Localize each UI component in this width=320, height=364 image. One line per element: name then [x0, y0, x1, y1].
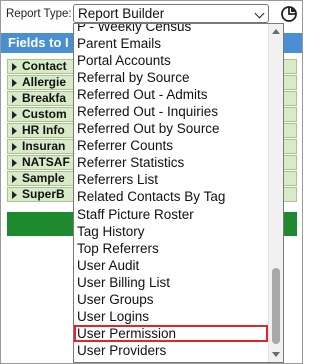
- report-type-dropdown: P - Weekly Census Parent Emails Portal A…: [73, 23, 284, 363]
- chevron-down-icon: [254, 8, 265, 19]
- expand-triangle-icon: [12, 111, 17, 119]
- field-group-label: Contact: [22, 59, 67, 73]
- expand-triangle-icon: [12, 95, 17, 103]
- report-panel: Report Type: Report Builder Fields to I …: [0, 0, 303, 364]
- option-referred-out-inquiries[interactable]: Referred Out - Inquiries: [74, 103, 268, 120]
- field-group-label: NATSAF: [22, 155, 70, 169]
- option-user-providers[interactable]: User Providers: [74, 342, 268, 359]
- scroll-up-arrow-icon[interactable]: [272, 29, 280, 34]
- option-user-audit[interactable]: User Audit: [74, 257, 268, 274]
- expand-triangle-icon: [12, 79, 17, 87]
- field-group-label: Insuran: [22, 139, 66, 153]
- dropdown-scrollbar[interactable]: [268, 24, 283, 362]
- report-type-selected-value: Report Builder: [78, 6, 165, 21]
- option-user-billing-list[interactable]: User Billing List: [74, 274, 268, 291]
- expand-triangle-icon: [12, 175, 17, 183]
- option-referral-by-source[interactable]: Referral by Source: [74, 69, 268, 86]
- option-related-contacts-by-tag[interactable]: Related Contacts By Tag: [74, 188, 268, 205]
- option-user-logins[interactable]: User Logins: [74, 308, 268, 325]
- option-user-groups[interactable]: User Groups: [74, 291, 268, 308]
- option-referred-out-by-source[interactable]: Referred Out by Source: [74, 120, 268, 137]
- report-type-label: Report Type:: [6, 8, 72, 20]
- option-portal-accounts[interactable]: Portal Accounts: [74, 52, 268, 69]
- field-group-label: Custom: [22, 107, 67, 121]
- option-referrers-list[interactable]: Referrers List: [74, 171, 268, 188]
- report-type-select[interactable]: Report Builder: [73, 4, 269, 23]
- option-tag-history[interactable]: Tag History: [74, 223, 268, 240]
- field-group-label: Sample: [22, 171, 65, 185]
- expand-triangle-icon: [12, 127, 17, 135]
- field-group-label: HR Info: [22, 123, 65, 137]
- option-referrer-counts[interactable]: Referrer Counts: [74, 137, 268, 154]
- pie-chart-icon[interactable]: [280, 4, 300, 24]
- option-referrer-statistics[interactable]: Referrer Statistics: [74, 154, 268, 171]
- option-parent-emails[interactable]: Parent Emails: [74, 35, 268, 52]
- expand-triangle-icon: [12, 159, 17, 167]
- expand-triangle-icon: [12, 63, 17, 71]
- expand-triangle-icon: [12, 143, 17, 151]
- dropdown-options: P - Weekly Census Parent Emails Portal A…: [74, 24, 268, 359]
- field-group-label: Breakfa: [22, 91, 67, 105]
- option-p-weekly-census[interactable]: P - Weekly Census: [74, 24, 268, 35]
- option-staff-picture-roster[interactable]: Staff Picture Roster: [74, 206, 268, 223]
- option-top-referrers[interactable]: Top Referrers: [74, 240, 268, 257]
- option-referred-out-admits[interactable]: Referred Out - Admits: [74, 86, 268, 103]
- field-group-label: SuperB: [22, 187, 65, 201]
- field-group-label: Allergie: [22, 75, 67, 89]
- scroll-thumb[interactable]: [272, 268, 280, 344]
- scroll-down-arrow-icon[interactable]: [272, 352, 280, 357]
- option-user-permission[interactable]: User Permission: [74, 324, 268, 342]
- expand-triangle-icon: [12, 191, 17, 199]
